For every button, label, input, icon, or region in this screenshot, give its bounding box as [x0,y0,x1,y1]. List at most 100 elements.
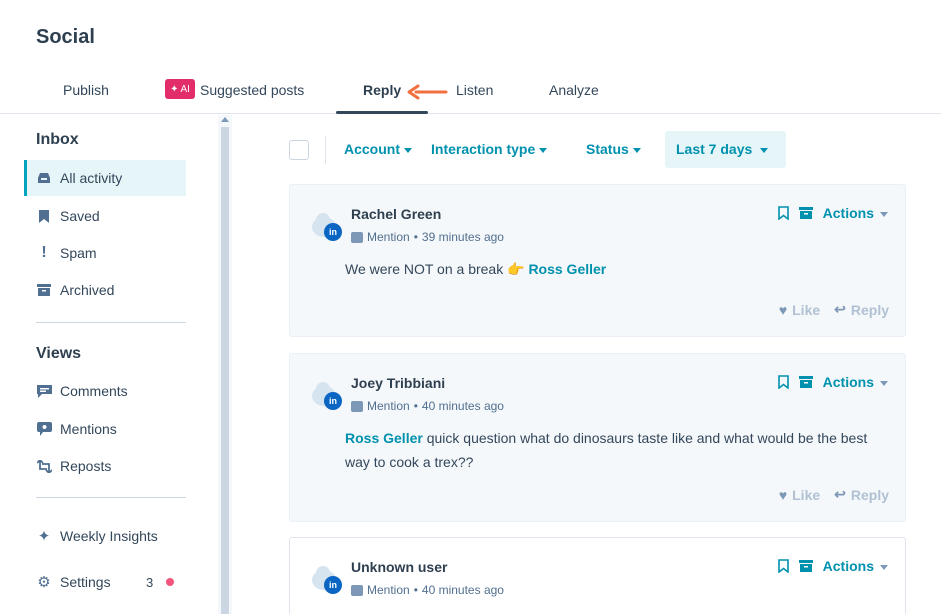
tab-listen[interactable]: Listen [456,82,493,98]
sidebar-item-label: Saved [60,208,100,224]
sidebar-item-weekly-insights[interactable]: ✦ Weekly Insights [36,518,186,554]
mention-link[interactable]: Ross Geller [528,261,606,277]
caret-down-icon [404,147,412,153]
author-name[interactable]: Joey Tribbiani [351,375,445,391]
comment-icon [351,231,363,243]
sidebar-item-mentions[interactable]: Mentions [36,411,186,447]
card-actions: Actions [777,205,888,221]
activity-card[interactable]: in Rachel Green Mention • 39 minutes ago W… [289,184,906,337]
meta-separator: • [413,399,418,413]
repost-icon [36,458,52,474]
views-heading: Views [36,345,82,362]
archive-icon[interactable] [798,560,813,572]
notification-dot [166,578,174,586]
message-body: We were NOT on a break 👉 [345,261,529,277]
settings-count: 3 [146,575,154,590]
activity-type: Mention [367,399,410,413]
message-text: Ross Geller quick question what do dinos… [345,426,875,474]
card-actions: Actions [777,374,888,390]
avatar: in [312,566,342,594]
author-name[interactable]: Unknown user [351,559,447,575]
actions-dropdown[interactable]: Actions [823,205,888,221]
ai-badge: ✦ AI [165,79,195,99]
sidebar-item-comments[interactable]: Comments [36,373,186,409]
card-footer: ♥ Like ↩ Reply [779,486,889,503]
sidebar-item-label: Settings [60,574,111,590]
linkedin-icon: in [324,576,342,594]
sidebar-scrollbar[interactable] [218,115,232,614]
comment-icon [351,400,363,412]
comment-icon [36,383,52,399]
scroll-thumb[interactable] [221,127,229,614]
activity-card[interactable]: in Joey Tribbiani Mention • 40 minutes ago… [289,353,906,522]
reply-button[interactable]: ↩ Reply [834,301,889,318]
date-range-filter[interactable]: Last 7 days [665,131,786,168]
sidebar: Inbox All activity Saved ! Spam Archived… [0,115,218,614]
sparkle-icon: ✦ [37,528,51,545]
sidebar-item-settings[interactable]: ⚙ Settings [36,564,186,600]
status-filter[interactable]: Status [586,141,641,157]
archive-icon[interactable] [798,376,813,388]
author-name[interactable]: Rachel Green [351,206,441,222]
mention-icon [36,421,52,437]
sidebar-item-label: Spam [60,245,97,261]
avatar: in [312,213,342,241]
timestamp: 40 minutes ago [421,583,504,597]
status-filter-label: Status [586,141,629,157]
activity-type: Mention [367,230,410,244]
message-text: We were NOT on a break 👉 Ross Geller [345,257,875,281]
sidebar-divider [36,322,186,323]
sidebar-item-label: Mentions [60,421,117,437]
interaction-type-filter-label: Interaction type [431,141,536,157]
actions-label: Actions [822,374,874,390]
like-button[interactable]: ♥ Like [779,487,820,503]
sidebar-item-saved[interactable]: Saved [36,198,186,234]
actions-dropdown[interactable]: Actions [823,374,888,390]
activity-type: Mention [367,583,410,597]
reply-button[interactable]: ↩ Reply [834,486,889,503]
bookmark-icon[interactable] [777,375,789,389]
meta-separator: • [413,230,418,244]
bookmark-icon[interactable] [777,206,789,220]
linkedin-icon: in [324,392,342,410]
card-actions: Actions [777,558,888,574]
bookmark-icon[interactable] [777,559,789,573]
sidebar-item-archived[interactable]: Archived [36,272,186,308]
caret-down-icon [632,147,641,153]
like-label: Like [792,301,821,318]
select-all-checkbox[interactable] [289,140,309,160]
tab-reply[interactable]: Reply [363,82,401,98]
timestamp: 40 minutes ago [421,399,504,413]
like-label: Like [792,486,821,503]
filter-divider [325,136,326,164]
mention-link[interactable]: Ross Geller [345,430,423,446]
sidebar-item-label: Archived [60,282,115,298]
interaction-type-filter[interactable]: Interaction type [431,141,548,157]
heart-icon: ♥ [778,486,788,503]
activity-card[interactable]: in Unknown user Mention • 40 minutes ago A… [289,537,906,614]
sidebar-item-label: All activity [60,170,123,186]
like-button[interactable]: ♥ Like [779,302,820,318]
caret-down-icon [760,147,769,153]
tab-analyze[interactable]: Analyze [549,82,599,98]
bookmark-icon [36,208,52,224]
tab-suggested-posts[interactable]: Suggested posts [200,82,304,98]
page-title: Social [36,26,95,48]
message-body: quick question what do dinosaurs taste l… [345,430,868,470]
actions-dropdown[interactable]: Actions [823,558,888,574]
scroll-up-icon[interactable] [221,117,229,122]
caret-down-icon [539,147,548,153]
sidebar-item-spam[interactable]: ! Spam [36,235,186,271]
heart-icon: ♥ [778,301,788,318]
sidebar-item-label: Reposts [60,458,112,474]
date-range-label-wrap: Last 7 days [676,141,769,157]
archive-icon[interactable] [798,207,813,219]
sidebar-item-reposts[interactable]: Reposts [36,448,186,484]
tab-publish[interactable]: Publish [63,82,109,98]
meta-separator: • [413,583,418,597]
active-tab-indicator [336,111,428,114]
account-filter[interactable]: Account [344,141,412,157]
sidebar-item-all-activity[interactable]: All activity [24,160,186,196]
inbox-icon [36,170,52,186]
tab-bar: Publish ✦ AI Suggested posts Reply Listen… [0,70,941,114]
